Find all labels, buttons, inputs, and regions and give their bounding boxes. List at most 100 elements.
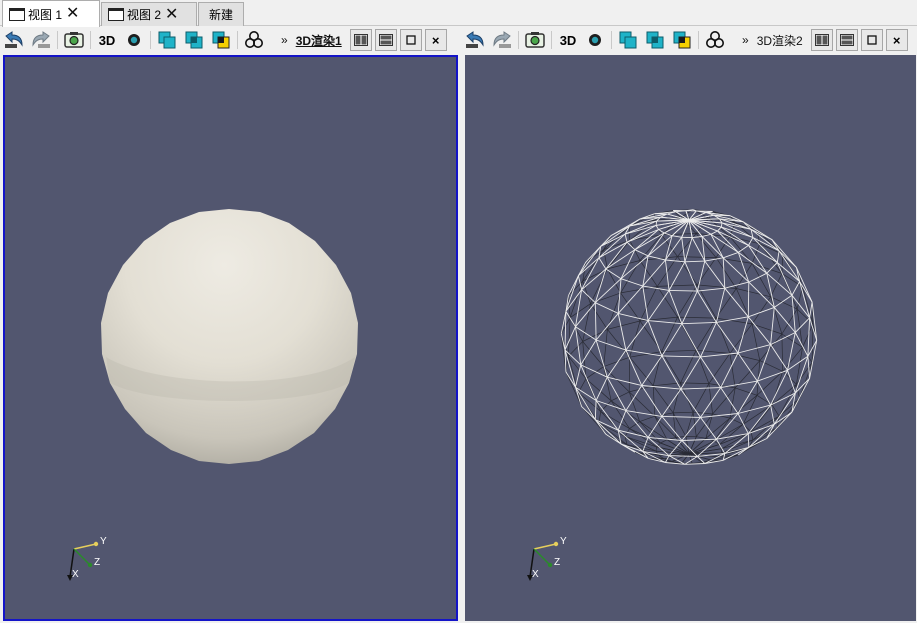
mesh-edge	[748, 306, 775, 318]
axis-z-label: Z	[554, 557, 560, 568]
mesh-edge	[729, 323, 753, 354]
mesh-edge	[747, 316, 771, 345]
mesh-edge	[565, 275, 579, 312]
solid-sphere[interactable]	[101, 209, 358, 464]
maximize-icon[interactable]	[860, 29, 883, 51]
mesh-edge	[677, 256, 717, 258]
select-block-icon[interactable]	[209, 29, 233, 51]
filters-icon[interactable]	[242, 29, 266, 51]
select-points-icon[interactable]	[182, 29, 206, 51]
mesh-edge	[737, 352, 758, 382]
mesh-edge	[680, 350, 697, 384]
mesh-edge	[673, 411, 694, 414]
mesh-edge	[652, 385, 656, 417]
mesh-edge	[771, 239, 797, 268]
mesh-edge	[647, 416, 663, 438]
close-tab-icon[interactable]: ✕	[165, 6, 178, 23]
close-view-label: ×	[892, 32, 901, 48]
mesh-edge	[680, 387, 721, 390]
mesh-edge	[575, 289, 583, 327]
mesh-edge	[672, 235, 682, 238]
mesh-edge	[681, 321, 717, 325]
mesh-edge	[625, 385, 643, 411]
mesh-edge	[778, 250, 797, 268]
mesh-edge	[654, 416, 668, 440]
interaction-mode-icon[interactable]	[122, 29, 146, 51]
mesh-edge	[568, 317, 571, 357]
tab-new[interactable]: 新建	[198, 2, 244, 26]
split-vertical-icon[interactable]	[835, 29, 858, 51]
select-block-icon[interactable]	[670, 29, 694, 51]
mesh-edge	[681, 290, 698, 324]
window-icon	[108, 8, 124, 21]
filters-icon[interactable]	[703, 29, 727, 51]
redo-camera-icon[interactable]	[490, 29, 514, 51]
mesh-edge	[617, 278, 622, 314]
mesh-edge	[565, 311, 576, 327]
mesh-edge	[807, 317, 811, 357]
toggle-3d-icon[interactable]: 3D	[556, 29, 580, 51]
mesh-edge	[581, 406, 607, 435]
maximize-icon[interactable]	[399, 29, 422, 51]
close-tab-icon[interactable]: ✕	[66, 6, 79, 22]
render-view-left[interactable]: Y Z X	[3, 55, 458, 621]
mesh-edge	[701, 236, 724, 259]
mesh-edge	[794, 317, 810, 333]
close-view-icon[interactable]: ×	[885, 29, 908, 51]
orientation-axes-right: Y Z X	[527, 536, 567, 581]
mesh-edge	[704, 260, 726, 289]
orientation-axes-left: Y Z X	[67, 536, 107, 581]
capture-screenshot-icon[interactable]	[62, 29, 86, 51]
tab-view-1[interactable]: 视图 1 ✕	[2, 0, 100, 27]
view-title[interactable]: 3D渲染2	[757, 32, 803, 49]
select-cells-icon[interactable]	[155, 29, 179, 51]
mesh-edge	[807, 356, 811, 379]
undo-camera-icon[interactable]	[463, 29, 487, 51]
redo-camera-icon[interactable]	[29, 29, 53, 51]
mesh-edge	[605, 433, 622, 445]
mesh-edge	[600, 233, 626, 247]
split-horizontal-icon[interactable]	[810, 29, 833, 51]
mesh-edge	[669, 455, 698, 457]
undo-camera-icon[interactable]	[2, 29, 26, 51]
tab-view-2[interactable]: 视图 2 ✕	[101, 2, 197, 26]
interaction-mode-icon[interactable]	[583, 29, 607, 51]
mesh-edge	[654, 415, 677, 438]
mesh-edge	[708, 353, 731, 384]
toggle-3d-icon[interactable]: 3D	[95, 29, 119, 51]
mesh-edge	[720, 387, 739, 414]
toolbar-separator	[518, 31, 519, 49]
mesh-edge	[791, 281, 800, 296]
mesh-edge	[581, 289, 596, 304]
select-cells-icon[interactable]	[616, 29, 640, 51]
render-view-right[interactable]: Y Z X	[465, 55, 916, 621]
mesh-edge	[681, 237, 686, 262]
mesh-edge	[794, 356, 809, 394]
view-title[interactable]: 3D渲染1	[296, 32, 342, 49]
mesh-edge	[700, 352, 739, 358]
mesh-edge	[781, 254, 784, 274]
mesh-edge	[729, 353, 736, 388]
capture-screenshot-icon[interactable]	[523, 29, 547, 51]
mesh-edge	[655, 446, 658, 452]
mesh-edge	[661, 355, 701, 358]
mesh-edge	[639, 260, 658, 287]
mesh-edge	[782, 371, 797, 385]
mesh-edge	[677, 316, 717, 319]
tab-label: 视图 1	[28, 7, 63, 22]
mesh-edge	[781, 333, 784, 372]
mesh-edge	[639, 421, 661, 444]
mesh-edge	[787, 355, 809, 371]
split-horizontal-icon[interactable]	[349, 29, 372, 51]
mesh-edge	[710, 230, 718, 235]
mesh-edge	[724, 287, 749, 318]
mesh-edge	[598, 257, 607, 270]
select-points-icon[interactable]	[643, 29, 667, 51]
toolbar-separator	[90, 31, 91, 49]
mesh-edge	[684, 261, 698, 292]
close-view-icon[interactable]: ×	[424, 29, 447, 51]
split-vertical-icon[interactable]	[374, 29, 397, 51]
mesh-edge	[629, 356, 654, 387]
mesh-edge	[747, 282, 750, 317]
mesh-edge	[684, 260, 705, 263]
